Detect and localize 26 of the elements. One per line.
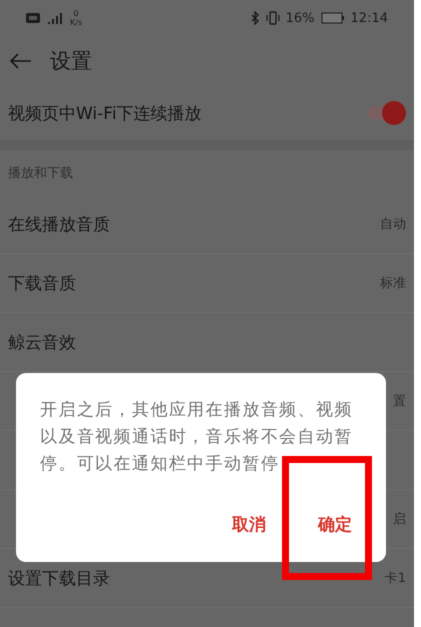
page-title: 设置 (50, 48, 92, 75)
clock-time: 12:14 (350, 10, 388, 26)
setting-value: 置 (393, 393, 406, 410)
setting-label: 视频页中Wi-Fi下连续播放 (8, 102, 203, 124)
section-header: 播放和下载 (8, 164, 73, 182)
back-arrow-icon[interactable] (10, 53, 32, 69)
speed-unit: K/s (70, 18, 82, 27)
setting-value: 自动 (380, 216, 406, 233)
toggle-switch[interactable] (368, 101, 406, 125)
battery-percent: 16% (286, 10, 315, 26)
setting-label[interactable]: 设置下载目录 (8, 568, 110, 588)
bluetooth-icon (250, 11, 260, 25)
setting-value: 卡1 (384, 570, 406, 587)
setting-label[interactable]: 鲸云音效 (8, 332, 76, 352)
dialog-button[interactable]: 确定 (310, 509, 360, 540)
vibrate-icon (266, 11, 280, 25)
dialog-message: 开启之后，其他应用在播放音频、视频以及音视频通话时，音乐将不会自动暂停。可以在通知栏中手动暂停 (40, 399, 354, 476)
battery-icon (320, 12, 345, 24)
setting-label[interactable]: 下载音质 (8, 274, 76, 294)
setting-value: 标准 (380, 275, 406, 292)
hd-icon (26, 13, 40, 23)
setting-label[interactable]: 在线播放音质 (8, 214, 110, 234)
setting-value: 启 (393, 511, 406, 528)
dialog-button[interactable]: 取消 (224, 509, 274, 540)
speed-value: 0 (74, 9, 79, 18)
signal-icon (46, 12, 64, 24)
